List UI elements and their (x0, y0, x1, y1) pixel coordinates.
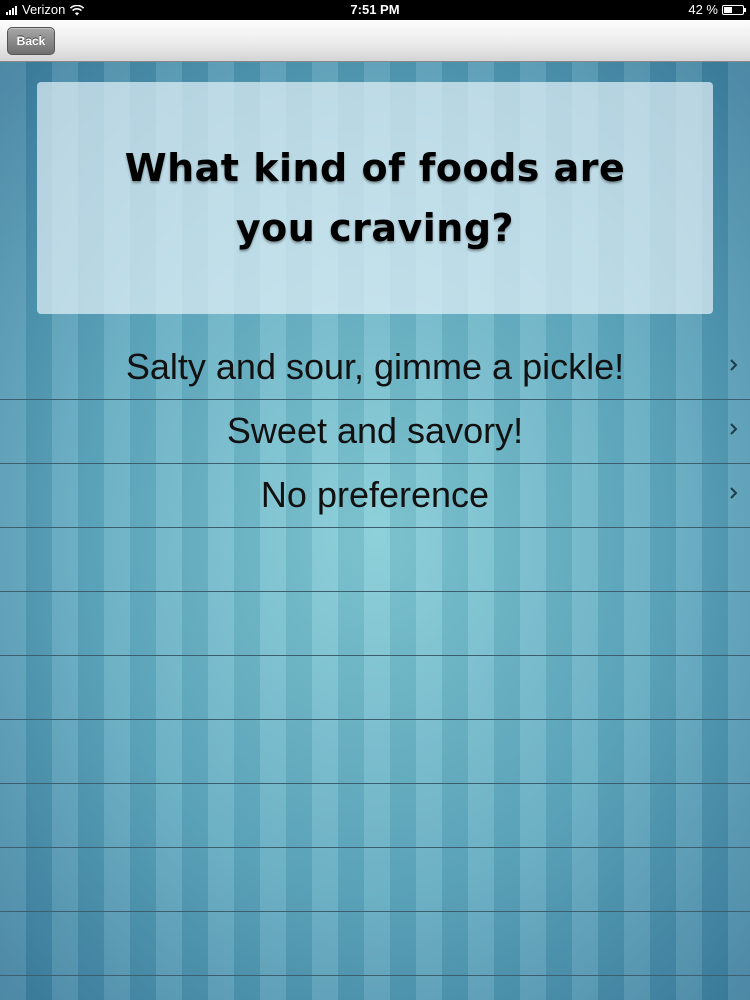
empty-row (0, 528, 750, 592)
battery-icon (722, 5, 746, 15)
status-right: 42 % (688, 0, 746, 20)
option-label: Sweet and savory! (226, 410, 524, 451)
option-label: Salty and sour, gimme a pickle! (125, 346, 625, 387)
option-row-salty-sour[interactable]: Salty and sour, gimme a pickle! (0, 336, 750, 400)
options-table: Salty and sour, gimme a pickle! Sweet an… (0, 336, 750, 976)
chevron-right-icon (730, 487, 738, 499)
chevron-right-icon (730, 359, 738, 371)
empty-row (0, 912, 750, 976)
question-screen: What kind of foods are you craving? Salt… (0, 62, 750, 1000)
back-button[interactable]: Back (7, 27, 55, 55)
option-row-no-preference[interactable]: No preference (0, 464, 750, 528)
question-text: What kind of foods are you craving? (124, 146, 626, 250)
empty-row (0, 720, 750, 784)
chevron-right-icon (730, 423, 738, 435)
battery-tip (744, 8, 746, 12)
battery-percent: 42 % (688, 2, 718, 17)
empty-row (0, 784, 750, 848)
option-label: No preference (260, 474, 490, 515)
status-time: 7:51 PM (350, 2, 400, 17)
ipad-screen: Verizon 7:51 PM 42 % Back What kind of f… (0, 0, 750, 1000)
empty-row (0, 656, 750, 720)
battery-fill (724, 7, 732, 13)
navigation-bar: Back (0, 20, 750, 62)
question-card: What kind of foods are you craving? (37, 82, 713, 314)
status-bar: Verizon 7:51 PM 42 % (0, 0, 750, 20)
empty-row (0, 592, 750, 656)
empty-row (0, 848, 750, 912)
option-row-sweet-savory[interactable]: Sweet and savory! (0, 400, 750, 464)
